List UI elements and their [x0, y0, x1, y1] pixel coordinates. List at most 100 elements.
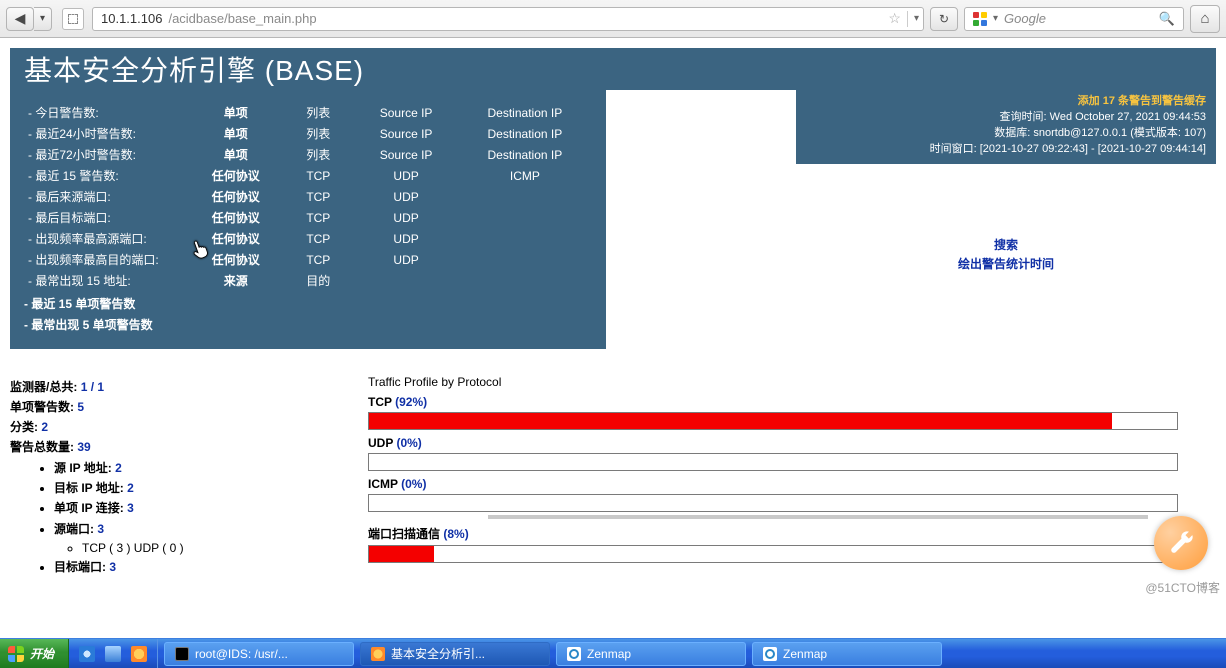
query-cell[interactable]: 目的	[282, 270, 354, 291]
ff-icon	[371, 647, 385, 661]
url-divider	[907, 11, 908, 27]
query-cell[interactable]: Destination IP	[458, 102, 592, 123]
query-cell[interactable]: 单项	[189, 102, 282, 123]
query-extra-link[interactable]: - 最近 15 单项警告数	[24, 293, 592, 314]
query-row: - 今日警告数:单项列表Source IPDestination IP	[24, 102, 592, 123]
queried-on: 查询时间: Wed October 27, 2021 09:44:53	[806, 110, 1206, 126]
start-button[interactable]: 开始	[0, 639, 69, 668]
query-cell	[354, 270, 457, 291]
portscan-pct: (8%)	[443, 527, 468, 541]
query-cell[interactable]: 列表	[282, 123, 354, 144]
query-cell: - 出现频率最高源端口:	[24, 228, 189, 249]
stat-src-port: 源端口: 3 TCP ( 3 ) UDP ( 0 )	[54, 520, 350, 555]
query-cell: - 最近 15 警告数:	[24, 165, 189, 186]
query-cell[interactable]: TCP	[282, 249, 354, 270]
query-row: - 最近72小时警告数:单项列表Source IPDestination IP	[24, 144, 592, 165]
icmp-label[interactable]: ICMP	[368, 477, 398, 491]
query-row: - 最常出现 15 地址:来源目的	[24, 270, 592, 291]
scrollbar-shadow	[488, 515, 1148, 519]
taskbar-item-label: Zenmap	[783, 647, 827, 661]
taskbar-item-label: 基本安全分析引...	[391, 645, 485, 662]
query-cell[interactable]: Source IP	[354, 144, 457, 165]
back-button[interactable]: ◀	[6, 7, 34, 31]
query-cell[interactable]: UDP	[354, 249, 457, 270]
query-cell[interactable]: 任何协议	[189, 249, 282, 270]
categories-value[interactable]: 2	[41, 420, 48, 434]
query-cell[interactable]: Destination IP	[458, 123, 592, 144]
query-extra-link[interactable]: - 最常出现 5 单项警告数	[24, 314, 592, 335]
show-desktop-icon[interactable]	[105, 646, 121, 662]
query-cell[interactable]: TCP	[282, 165, 354, 186]
taskbar-item-label: root@IDS: /usr/...	[195, 647, 288, 661]
query-cell[interactable]: 来源	[189, 270, 282, 291]
tcp-bar	[368, 412, 1178, 430]
query-cell: - 出现频率最高目的端口:	[24, 249, 189, 270]
taskbar-item[interactable]: Zenmap	[556, 642, 746, 666]
ie-icon[interactable]	[79, 646, 95, 662]
taskbar-item[interactable]: Zenmap	[752, 642, 942, 666]
sensors-value[interactable]: 1 / 1	[81, 380, 104, 394]
link-search[interactable]: 搜索	[796, 236, 1216, 253]
query-cell[interactable]: 任何协议	[189, 165, 282, 186]
windows-logo-icon	[8, 646, 24, 662]
portscan-label[interactable]: 端口扫描通信	[368, 527, 440, 541]
stat-dst-port: 目标端口: 3	[54, 558, 350, 575]
query-cell[interactable]: 单项	[189, 123, 282, 144]
tools-fab-button[interactable]	[1154, 516, 1208, 570]
url-dropdown-icon[interactable]: ▾	[914, 13, 919, 24]
reload-button[interactable]: ↻	[930, 7, 958, 31]
search-engine-dropdown-icon[interactable]: ▾	[993, 13, 998, 24]
query-cell[interactable]: 单项	[189, 144, 282, 165]
bookmark-star-icon[interactable]: ☆	[888, 10, 901, 27]
taskbar-item[interactable]: root@IDS: /usr/...	[164, 642, 354, 666]
query-cell[interactable]: 列表	[282, 102, 354, 123]
query-row: - 最后目标端口:任何协议TCPUDP	[24, 207, 592, 228]
query-cell[interactable]: UDP	[354, 228, 457, 249]
query-cell[interactable]: 任何协议	[189, 228, 282, 249]
search-placeholder: Google	[1004, 11, 1046, 26]
search-box[interactable]: ▾ Google 🔍	[964, 7, 1184, 31]
query-cell[interactable]: 任何协议	[189, 186, 282, 207]
zen-icon	[567, 647, 581, 661]
query-cell: - 最近72小时警告数:	[24, 144, 189, 165]
time-window: 时间窗口: [2021-10-27 09:22:43] - [2021-10-2…	[806, 142, 1206, 158]
udp-label[interactable]: UDP	[368, 436, 393, 450]
tcp-label[interactable]: TCP	[368, 395, 392, 409]
query-cell[interactable]: UDP	[354, 186, 457, 207]
query-cell[interactable]: TCP	[282, 228, 354, 249]
right-center-links: 搜索 绘出警告统计时间	[796, 234, 1216, 274]
unique-alerts-value[interactable]: 5	[77, 400, 84, 414]
stat-dst-ip: 目标 IP 地址: 2	[54, 479, 350, 496]
back-history-dropdown[interactable]: ▾	[34, 7, 52, 31]
home-button[interactable]: ⌂	[1190, 5, 1220, 33]
query-cell[interactable]: TCP	[282, 207, 354, 228]
tcp-pct: (92%)	[395, 395, 427, 409]
alerts-added: 添加 17 条警告到警告缓存	[806, 94, 1206, 110]
total-alerts-label: 警告总数量:	[10, 440, 74, 454]
query-cell[interactable]: UDP	[354, 165, 457, 186]
total-alerts-value[interactable]: 39	[77, 440, 90, 454]
site-favicon	[62, 8, 84, 30]
firefox-icon[interactable]	[131, 646, 147, 662]
query-cell[interactable]: Destination IP	[458, 144, 592, 165]
link-graph[interactable]: 绘出警告统计时间	[796, 255, 1216, 272]
query-cell[interactable]: 任何协议	[189, 207, 282, 228]
query-cell[interactable]: UDP	[354, 207, 457, 228]
taskbar-item[interactable]: 基本安全分析引...	[360, 642, 550, 666]
query-cell: - 最后目标端口:	[24, 207, 189, 228]
page-title: 基本安全分析引擎 (BASE)	[10, 48, 1216, 90]
query-cell[interactable]: 列表	[282, 144, 354, 165]
icmp-pct: (0%)	[401, 477, 426, 491]
udp-pct: (0%)	[396, 436, 421, 450]
term-icon	[175, 647, 189, 661]
query-cell	[458, 186, 592, 207]
start-label: 开始	[30, 645, 54, 662]
query-cell[interactable]: TCP	[282, 186, 354, 207]
query-cell[interactable]: ICMP	[458, 165, 592, 186]
traffic-profile: Traffic Profile by Protocol TCP (92%) UD…	[368, 375, 1216, 578]
query-cell[interactable]: Source IP	[354, 123, 457, 144]
wrench-icon	[1167, 529, 1195, 557]
query-cell[interactable]: Source IP	[354, 102, 457, 123]
search-icon[interactable]: 🔍	[1159, 11, 1175, 27]
url-bar[interactable]: 10.1.1.106/acidbase/base_main.php ☆ ▾	[92, 7, 924, 31]
